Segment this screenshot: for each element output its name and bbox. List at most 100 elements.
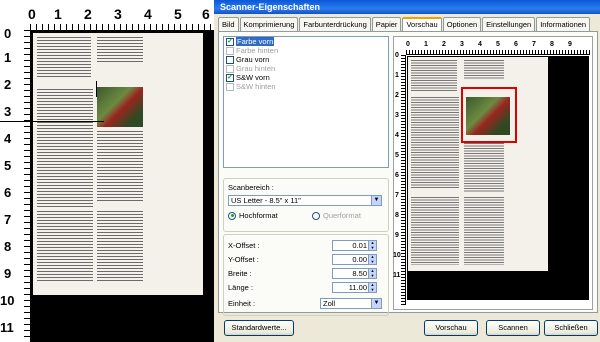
offset-group: X-Offset : 0.01 ▲ ▼ Y-Offset : 0.00 ▲ ▼ Br… (223, 234, 389, 316)
ruler-top-label: 5 (174, 6, 182, 22)
preview-ruler-left-label: 7 (395, 192, 399, 199)
preview-ruler-left-label: 8 (395, 212, 399, 219)
preview-ruler-top-label: 0 (406, 41, 410, 48)
radio-selected-icon[interactable] (228, 211, 236, 220)
ruler-top-ticks (30, 24, 214, 31)
orientation-landscape-label: Querformat (323, 211, 361, 220)
image-option-label: Farbe vorn (236, 37, 275, 46)
unit-value: Zoll (323, 299, 336, 308)
ruler-top-label: 4 (144, 6, 152, 22)
text-column (37, 211, 93, 281)
spin-arrows-icon[interactable]: ▲ ▼ (368, 254, 376, 264)
spin-arrows-icon[interactable]: ▲ ▼ (368, 282, 376, 292)
defaults-button[interactable]: Standardwerte... (224, 320, 294, 336)
orientation-landscape-radio: Querformat (312, 211, 361, 220)
image-option-farbe-hinten: Farbe hinten (224, 46, 388, 55)
y-offset-input[interactable]: 0.00 ▲ ▼ (332, 254, 377, 265)
unit-select[interactable]: Zoll ▼ (320, 298, 382, 309)
dialog-title: Scanner-Eigenschaften (214, 0, 600, 14)
ruler-top-label: 0 (28, 6, 36, 22)
preview-ruler-top-label: 9 (568, 41, 572, 48)
tab-panel-vorschau: ✓ Farbe vorn Farbe hinten Grau vorn Grau… (218, 31, 598, 316)
width-input[interactable]: 8.50 ▲ ▼ (332, 268, 377, 279)
image-option-farbe-vorn[interactable]: ✓ Farbe vorn (224, 37, 388, 46)
large-preview-panel: 0 1 2 3 4 5 6 0 1 2 3 4 5 6 7 8 9 10 11 (0, 0, 214, 342)
scan-button[interactable]: Scannen (486, 320, 540, 336)
tab-bild[interactable]: Bild (218, 17, 239, 31)
preview-ruler-top: 0 1 2 3 4 5 6 7 8 9 (406, 41, 590, 55)
image-option-sw-vorn[interactable]: ✓ S&W vorn (224, 73, 388, 82)
spin-arrows-icon[interactable]: ▲ ▼ (368, 240, 376, 250)
chevron-down-icon[interactable]: ▼ (371, 299, 381, 308)
ruler-left-label: 9 (4, 266, 12, 281)
ruler-left-label: 6 (4, 185, 12, 200)
preview-ruler-left-label: 1 (395, 72, 399, 79)
scan-area-value: US Letter - 8.5" x 11" (231, 196, 301, 205)
text-column (411, 97, 459, 189)
orientation-portrait-radio[interactable]: Hochformat (228, 211, 278, 220)
text-column (37, 37, 91, 77)
length-label: Länge : (228, 283, 254, 292)
orientation-portrait-label: Hochformat (239, 211, 278, 220)
ruler-left-ticks (24, 30, 31, 342)
tab-komprimierung[interactable]: Komprimierung (239, 17, 299, 31)
crosshair-horizontal (0, 121, 104, 122)
ruler-left-label: 10 (0, 293, 15, 308)
checkbox-icon (226, 82, 234, 91)
checkbox-checked-icon[interactable]: ✓ (226, 73, 234, 82)
preview-ruler-left-label: 11 (393, 272, 401, 279)
checkbox-checked-icon[interactable]: ✓ (226, 37, 234, 46)
preview-ruler-top-label: 5 (496, 41, 500, 48)
y-offset-value: 0.00 (352, 255, 367, 264)
ruler-left-label: 2 (4, 77, 12, 92)
ruler-left-label: 7 (4, 212, 12, 227)
preview-ruler-left-ticks (401, 55, 406, 305)
checkbox-icon[interactable] (226, 55, 234, 64)
image-type-list: ✓ Farbe vorn Farbe hinten Grau vorn Grau… (223, 36, 389, 168)
width-value: 8.50 (352, 269, 367, 278)
image-option-label: S&W vorn (236, 73, 270, 82)
chevron-down-icon[interactable]: ▼ (371, 196, 381, 205)
ruler-left-label: 0 (4, 26, 12, 41)
selection-frame[interactable] (461, 87, 517, 143)
tab-papier[interactable]: Papier (371, 17, 402, 31)
preview-button[interactable]: Vorschau (424, 320, 478, 336)
preview-scan-area[interactable] (0, 31, 214, 342)
text-column (411, 60, 457, 92)
tab-vorschau[interactable]: Vorschau (402, 17, 442, 31)
preview-ruler-left-label: 5 (395, 152, 399, 159)
ruler-top: 0 1 2 3 4 5 6 (28, 0, 214, 31)
checkbox-icon (226, 64, 234, 73)
preview-ruler-left-label: 6 (395, 172, 399, 179)
image-option-label: S&W hinten (236, 82, 276, 91)
ruler-left-label: 4 (4, 131, 12, 146)
x-offset-value: 0.01 (352, 241, 367, 250)
ruler-left-label: 5 (4, 158, 12, 173)
image-option-grau-vorn[interactable]: Grau vorn (224, 55, 388, 64)
scanner-properties-dialog: Scanner-Eigenschaften Bild Komprimierung… (214, 0, 600, 342)
spin-arrows-icon[interactable]: ▲ ▼ (368, 268, 376, 278)
preview-ruler-top-label: 6 (514, 41, 518, 48)
preview-ruler-top-label: 3 (460, 41, 464, 48)
image-option-label: Grau vorn (236, 55, 270, 64)
image-option-label: Grau hinten (236, 64, 276, 73)
ruler-top-label: 2 (84, 6, 92, 22)
tab-einstellungen[interactable]: Einstellungen (482, 17, 536, 31)
tab-informationen[interactable]: Informationen (536, 17, 591, 31)
text-column (464, 197, 504, 265)
scan-area-select[interactable]: US Letter - 8.5" x 11" ▼ (228, 195, 382, 206)
ruler-top-label: 3 (114, 6, 122, 22)
x-offset-input[interactable]: 0.01 ▲ ▼ (332, 240, 377, 251)
text-column (97, 131, 143, 201)
ruler-left: 0 1 2 3 4 5 6 7 8 9 10 11 (0, 26, 31, 342)
preview-ruler-top-label: 8 (550, 41, 554, 48)
text-column (37, 89, 93, 207)
close-button[interactable]: Schließen (544, 320, 598, 336)
preview-thumbnail[interactable] (407, 56, 589, 300)
tab-farbunterdrueckung[interactable]: Farbunterdrückung (299, 17, 371, 31)
text-column (97, 211, 143, 281)
radio-icon (312, 211, 320, 220)
tab-optionen[interactable]: Optionen (442, 17, 482, 31)
crosshair-vertical (96, 81, 97, 97)
length-input[interactable]: 11.00 ▲ ▼ (332, 282, 377, 293)
